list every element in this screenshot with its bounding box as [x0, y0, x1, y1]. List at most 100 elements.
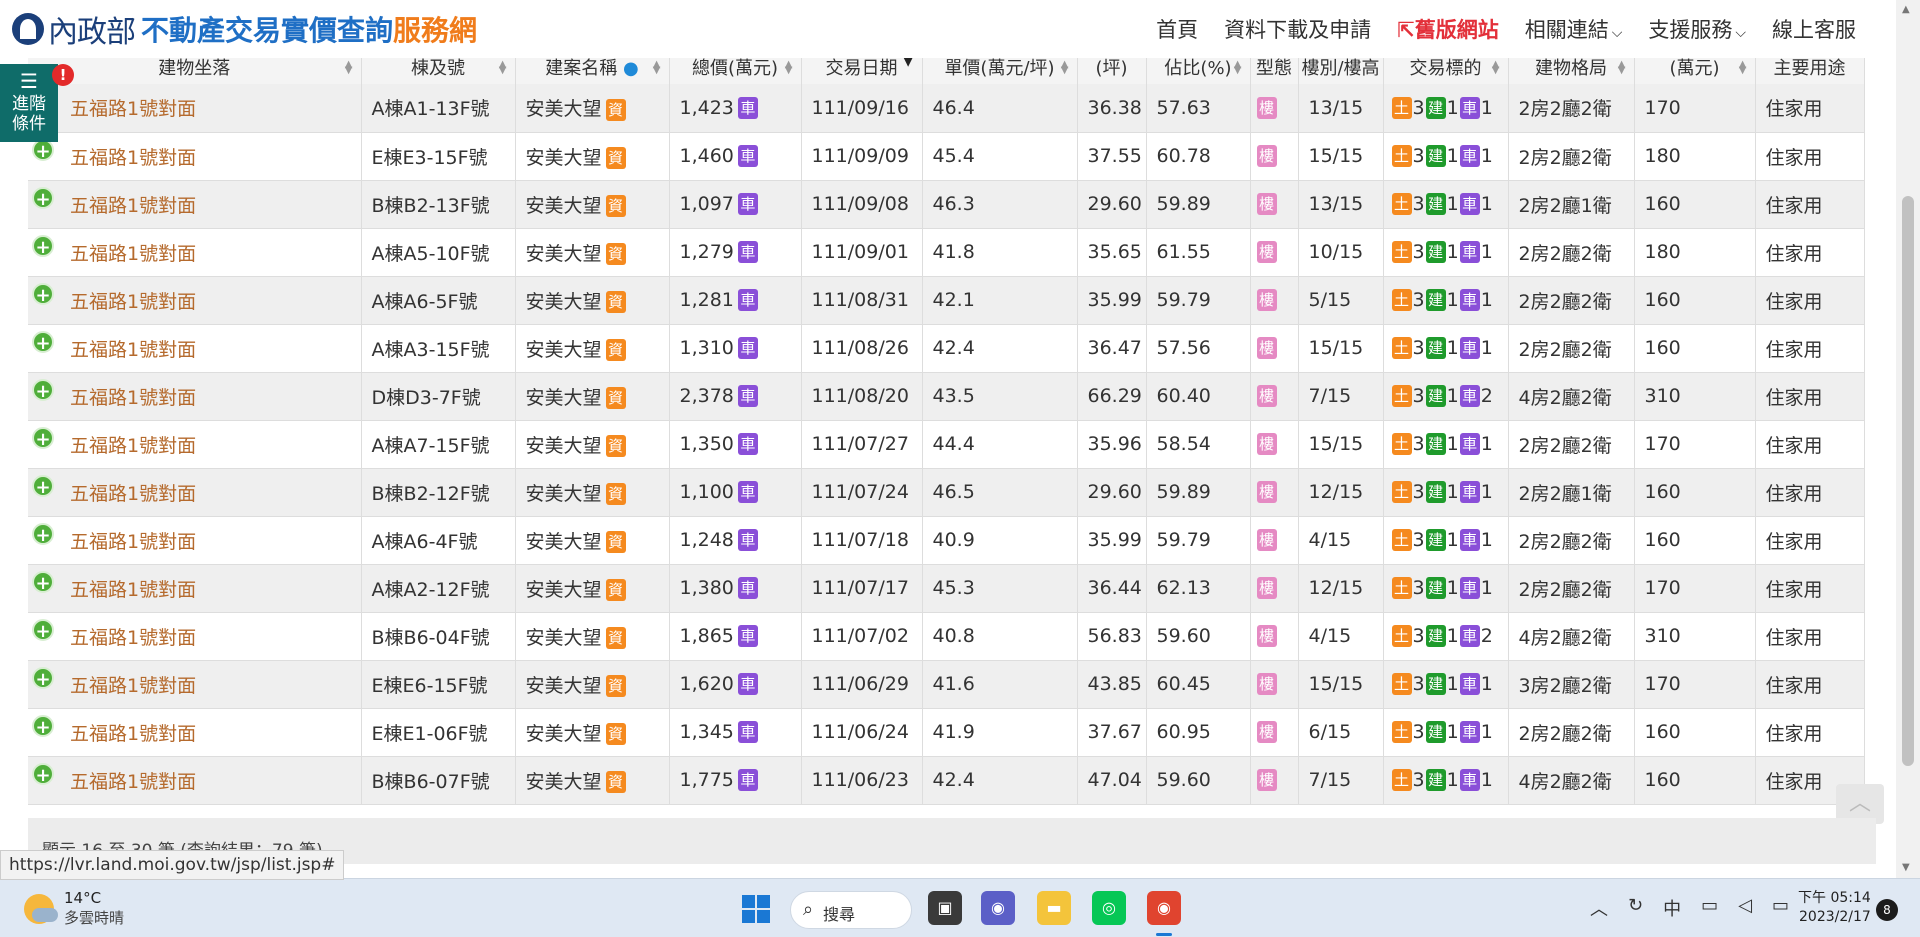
table-row[interactable]: + 五福路1號對面 D棟D3-7F號 安美大望資 2,378 車 111/08/20 43.5… — [28, 372, 1865, 421]
display-icon[interactable]: ▭ — [1701, 895, 1718, 921]
expand-plus-icon[interactable]: + — [32, 714, 54, 738]
cell-address[interactable]: +五福路1號對面 — [28, 756, 362, 805]
task-view-icon[interactable]: ▣ — [928, 891, 962, 925]
parking-included-badge[interactable]: 車 — [737, 769, 758, 792]
expand-plus-icon[interactable]: + — [32, 570, 54, 594]
table-row[interactable]: + 五福路1號對面 B棟B6-04F號 安美大望資 1,865 車 111/07/02 40.… — [28, 612, 1865, 661]
cell-address[interactable]: +五福路1號對面 — [28, 372, 362, 421]
chevron-up-icon[interactable]: ︿ — [1590, 895, 1608, 921]
parking-included-badge[interactable]: 車 — [737, 145, 758, 168]
expand-plus-icon[interactable]: + — [32, 282, 54, 306]
cell-address[interactable]: +五福路1號對面 — [28, 132, 362, 181]
project-info-badge[interactable]: 資 — [605, 291, 626, 313]
parking-included-badge[interactable]: 車 — [737, 625, 758, 648]
expand-plus-icon[interactable]: + — [32, 474, 54, 498]
project-info-badge[interactable]: 資 — [605, 627, 626, 649]
project-info-badge[interactable]: 資 — [605, 579, 626, 601]
building-type-badge[interactable]: 樓 — [1256, 193, 1277, 216]
nav-support[interactable]: 支援服務 ⌵ — [1648, 14, 1746, 44]
table-row[interactable]: + 五福路1號對面 E棟E1-06F號 安美大望資 1,345 車 111/06/24 41.… — [28, 708, 1865, 757]
parking-included-badge[interactable]: 車 — [737, 97, 758, 119]
project-info-badge[interactable]: 資 — [605, 723, 626, 745]
expand-plus-icon[interactable]: + — [32, 330, 54, 354]
cell-address[interactable]: +五福路1號對面 — [28, 564, 362, 613]
cell-address[interactable]: +五福路1號對面 — [28, 420, 362, 469]
project-info-badge[interactable]: 資 — [605, 195, 626, 217]
cell-address[interactable]: +五福路1號對面 — [28, 660, 362, 709]
ime-indicator[interactable]: 中 — [1663, 895, 1681, 921]
building-type-badge[interactable]: 樓 — [1256, 289, 1277, 312]
cell-address[interactable]: +五福路1號對面 — [28, 708, 362, 757]
line-app-icon[interactable]: ◎ — [1092, 891, 1126, 925]
parking-included-badge[interactable]: 車 — [737, 337, 758, 360]
cell-address[interactable]: +五福路1號對面 — [28, 324, 362, 373]
building-type-badge[interactable]: 樓 — [1256, 577, 1277, 600]
building-type-badge[interactable]: 樓 — [1256, 769, 1277, 792]
building-type-badge[interactable]: 樓 — [1256, 241, 1277, 264]
building-type-badge[interactable]: 樓 — [1256, 385, 1277, 408]
table-row[interactable]: + 五福路1號對面 A棟A6-4F號 安美大望資 1,248 車 111/07/18 40.9… — [28, 516, 1865, 565]
parking-included-badge[interactable]: 車 — [737, 433, 758, 456]
parking-included-badge[interactable]: 車 — [737, 385, 758, 408]
expand-plus-icon[interactable]: + — [32, 186, 54, 210]
taskbar-search[interactable]: ⌕ 搜尋 — [790, 891, 912, 929]
battery-icon[interactable]: ▭ — [1772, 895, 1789, 921]
notification-badge[interactable]: 8 — [1876, 899, 1898, 921]
parking-included-badge[interactable]: 車 — [737, 193, 758, 216]
chrome-icon[interactable]: ◉ — [1147, 891, 1181, 936]
expand-plus-icon[interactable]: + — [32, 666, 54, 690]
project-info-badge[interactable]: 資 — [605, 147, 626, 169]
scroll-down-arrow-icon[interactable]: ▼ — [1902, 862, 1910, 873]
project-info-badge[interactable]: 資 — [605, 771, 626, 793]
building-type-badge[interactable]: 樓 — [1256, 529, 1277, 552]
table-row[interactable]: +五福路1號對面A棟A1-13F號安美大望資1,423車111/09/1646.… — [28, 84, 1865, 133]
nav-related-links[interactable]: 相關連結 ⌵ — [1525, 14, 1623, 44]
building-type-badge[interactable]: 樓 — [1256, 481, 1277, 504]
table-row[interactable]: + 五福路1號對面 A棟A2-12F號 安美大望資 1,380 車 111/07/17 45.… — [28, 564, 1865, 613]
project-info-badge[interactable]: 資 — [605, 243, 626, 265]
table-row[interactable]: + 五福路1號對面 E棟E3-15F號 安美大望資 1,460 車 111/09/09 45.… — [28, 132, 1865, 181]
cell-address[interactable]: +五福路1號對面 — [28, 180, 362, 229]
project-info-badge[interactable]: 資 — [605, 339, 626, 361]
cell-address[interactable]: +五福路1號對面 — [28, 84, 362, 133]
table-row[interactable]: + 五福路1號對面 B棟B2-12F號 安美大望資 1,100 車 111/07/24 46.… — [28, 468, 1865, 517]
parking-included-badge[interactable]: 車 — [737, 241, 758, 264]
table-row[interactable]: + 五福路1號對面 E棟E6-15F號 安美大望資 1,620 車 111/06/29 41.… — [28, 660, 1865, 709]
expand-plus-icon[interactable]: + — [32, 426, 54, 450]
expand-plus-icon[interactable]: + — [32, 618, 54, 642]
project-info-badge[interactable]: 資 — [605, 98, 626, 121]
weather-widget[interactable]: 14°C 多雲時晴 — [24, 889, 124, 928]
vertical-scrollbar[interactable]: ▲ ▼ — [1896, 0, 1920, 878]
project-info-badge[interactable]: 資 — [605, 675, 626, 697]
table-row[interactable]: + 五福路1號對面 A棟A7-15F號 安美大望資 1,350 車 111/07/27 44.… — [28, 420, 1865, 469]
file-explorer-icon[interactable]: ▬ — [1037, 891, 1071, 925]
project-info-badge[interactable]: 資 — [605, 387, 626, 409]
expand-plus-icon[interactable]: + — [32, 234, 54, 258]
volume-icon[interactable]: ◁ — [1738, 895, 1752, 921]
scroll-up-arrow-icon[interactable]: ▲ — [1902, 4, 1910, 15]
parking-included-badge[interactable]: 車 — [737, 577, 758, 600]
project-info-badge[interactable]: 資 — [605, 435, 626, 457]
building-type-badge[interactable]: 樓 — [1256, 97, 1277, 119]
cell-address[interactable]: +五福路1號對面 — [28, 468, 362, 517]
building-type-badge[interactable]: 樓 — [1256, 721, 1277, 744]
nav-online-service[interactable]: 線上客服 — [1772, 14, 1856, 44]
building-type-badge[interactable]: 樓 — [1256, 673, 1277, 696]
expand-plus-icon[interactable]: + — [32, 762, 54, 786]
nav-old-site[interactable]: ⇱舊版網站 — [1397, 14, 1499, 44]
expand-plus-icon[interactable]: + — [32, 522, 54, 546]
building-type-badge[interactable]: 樓 — [1256, 145, 1277, 168]
building-type-badge[interactable]: 樓 — [1256, 337, 1277, 360]
table-row[interactable]: + 五福路1號對面 A棟A6-5F號 安美大望資 1,281 車 111/08/31 42.1… — [28, 276, 1865, 325]
advanced-filter-button[interactable]: ☰ 進階 條件 — [0, 64, 58, 142]
table-row[interactable]: + 五福路1號對面 A棟A5-10F號 安美大望資 1,279 車 111/09/01 41.… — [28, 228, 1865, 277]
cell-address[interactable]: +五福路1號對面 — [28, 516, 362, 565]
building-type-badge[interactable]: 樓 — [1256, 625, 1277, 648]
project-info-badge[interactable]: 資 — [605, 531, 626, 553]
project-info-badge[interactable]: 資 — [605, 483, 626, 505]
start-button-icon[interactable] — [742, 895, 770, 923]
table-row[interactable]: + 五福路1號對面 B棟B2-13F號 安美大望資 1,097 車 111/09/08 46.… — [28, 180, 1865, 229]
building-type-badge[interactable]: 樓 — [1256, 433, 1277, 456]
parking-included-badge[interactable]: 車 — [737, 481, 758, 504]
cell-address[interactable]: +五福路1號對面 — [28, 228, 362, 277]
